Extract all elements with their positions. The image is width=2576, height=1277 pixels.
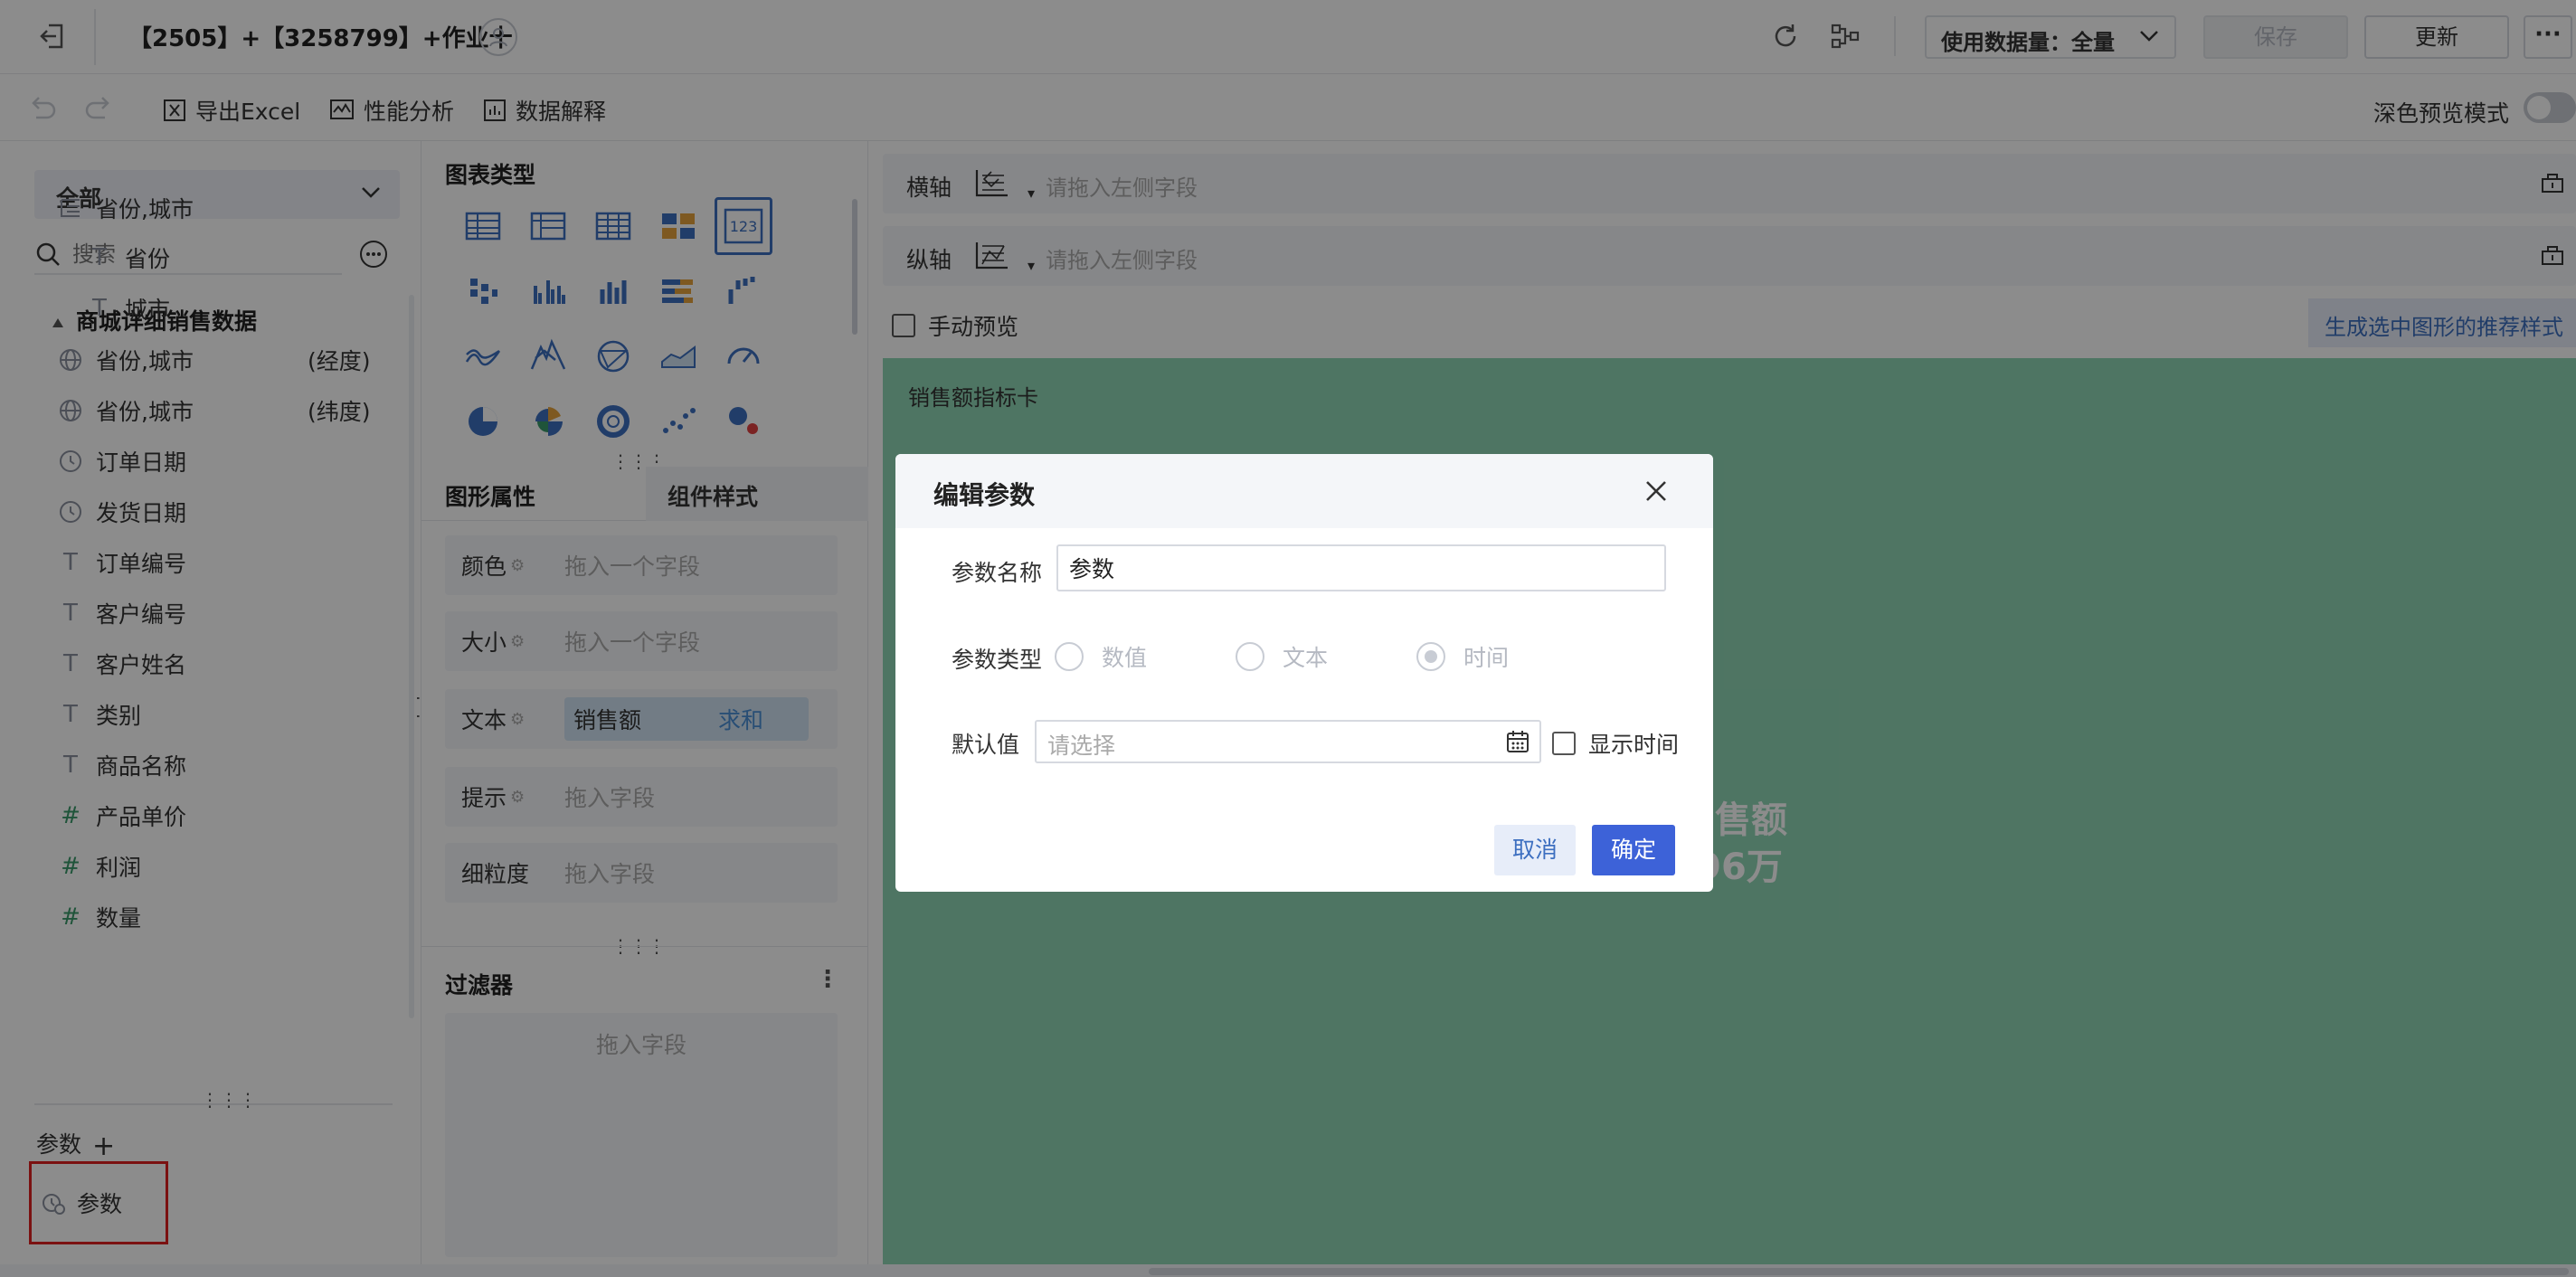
edit-param-dialog: 编辑参数 参数名称 参数类型 数值 文本 时间 默认值 请选择 显示时间 — [895, 454, 1713, 892]
calendar-icon[interactable] — [1505, 729, 1530, 754]
param-type-number[interactable]: 数值 — [1055, 640, 1147, 673]
show-time-checkbox[interactable] — [1552, 732, 1576, 755]
param-type-text-label: 文本 — [1283, 645, 1329, 671]
default-value-label: 默认值 — [952, 732, 1020, 758]
param-name-label: 参数名称 — [952, 560, 1043, 586]
show-time-label: 显示时间 — [1588, 732, 1680, 758]
show-time-toggle[interactable]: 显示时间 — [1552, 727, 1679, 760]
param-name-input[interactable] — [1056, 544, 1666, 591]
param-type-text[interactable]: 文本 — [1236, 640, 1328, 673]
default-value-datepicker[interactable]: 请选择 — [1035, 720, 1541, 763]
radio-circle-selected[interactable] — [1416, 642, 1445, 671]
app-page: 【2505】+【3258799】+作业十 使用数据量：全量 保存 更新 ··· — [0, 0, 2576, 1277]
confirm-button[interactable]: 确定 — [1592, 825, 1675, 875]
radio-circle[interactable] — [1236, 642, 1264, 671]
param-type-time[interactable]: 时间 — [1416, 640, 1509, 673]
default-value-placeholder: 请选择 — [1047, 733, 1116, 759]
radio-circle[interactable] — [1055, 642, 1084, 671]
param-type-number-label: 数值 — [1102, 645, 1148, 671]
param-type-time-label: 时间 — [1463, 645, 1510, 671]
dialog-title: 编辑参数 — [933, 480, 1036, 510]
close-icon[interactable] — [1641, 476, 1672, 506]
param-type-label: 参数类型 — [952, 647, 1043, 673]
cancel-button[interactable]: 取消 — [1494, 825, 1576, 875]
